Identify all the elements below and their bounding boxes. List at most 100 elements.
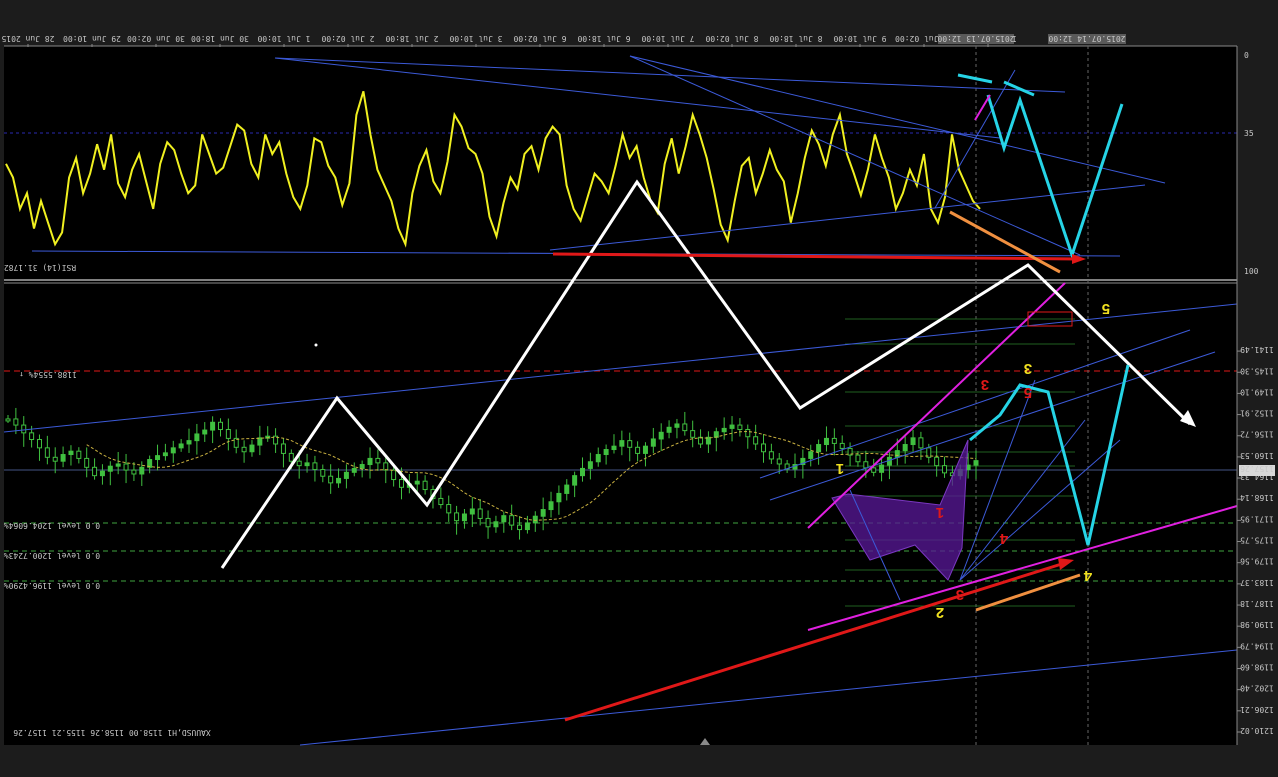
candle-body	[524, 522, 530, 531]
candle-body	[398, 479, 404, 488]
price-label: 1145.30	[1240, 366, 1274, 375]
candle-body	[587, 461, 593, 469]
candle-body	[902, 444, 908, 452]
candle-body	[855, 454, 861, 463]
candle-body	[76, 450, 82, 459]
wave-label-4-yellow: 4	[1083, 567, 1092, 584]
candle-body	[107, 465, 113, 472]
candle-body	[288, 452, 294, 462]
time-label: 6 Jul 02:00	[513, 34, 566, 43]
candle-body	[485, 517, 491, 528]
candle-body	[414, 480, 420, 485]
rsi-tick-100: 100	[1244, 267, 1259, 276]
time-label: 3 Jul 10:00	[449, 34, 502, 43]
price-label: 1156.72	[1240, 430, 1274, 439]
candle-body	[650, 438, 656, 447]
candle-body	[170, 447, 176, 454]
chart-canvas[interactable]: 28 Jun 2015 29 Jun 10:00 30 Jun 02:00 30 Ju…	[0, 0, 1278, 777]
candle-body	[934, 456, 940, 467]
candle-body	[839, 442, 845, 449]
candle-body	[249, 444, 255, 453]
candle-body	[973, 460, 979, 466]
time-label: 8 Jul 02:00	[705, 34, 758, 43]
time-label: 7 Jul 10:00	[641, 34, 694, 43]
price-label: 1175.75	[1240, 536, 1274, 545]
rsi-title: RSI(14) 31.1782	[4, 263, 76, 272]
wave-label-1-red: 1	[936, 504, 944, 521]
candle-body	[918, 437, 924, 449]
candle-body	[84, 457, 90, 468]
chart-window: 28 Jun 2015 29 Jun 10:00 30 Jun 02:00 30 Ju…	[0, 0, 1278, 777]
price-label: 1187.18	[1240, 599, 1274, 608]
level-label-4: 0.0 level 1196.4290%	[4, 581, 101, 590]
wave-label-3-red-top: 3	[981, 376, 989, 393]
candle-body	[210, 421, 216, 431]
candle-body	[123, 463, 129, 471]
time-highlight-1-label: 2015.07.13 12:00	[937, 34, 1014, 43]
candle-body	[603, 449, 609, 456]
time-label: 9 Jul 10:00	[833, 34, 886, 43]
rsi-tick-35: 35	[1244, 129, 1254, 138]
level-label-1: 1188.5554% ↑	[19, 370, 77, 379]
candle-body	[564, 484, 570, 494]
candle-body	[501, 515, 507, 523]
candle-body	[29, 432, 35, 441]
candle-body	[871, 467, 877, 473]
candle-body	[713, 431, 719, 438]
current-price-label: 1157.26	[1240, 464, 1274, 473]
candle-body	[375, 457, 381, 464]
candle-body	[737, 424, 743, 431]
time-label: 30 Jun 18:00	[191, 34, 249, 43]
price-label: 1194.79	[1240, 641, 1274, 650]
wave-label-4-red: 4	[999, 530, 1008, 547]
price-chart-title: XAUUSD,H1 1158.00 1158.26 1155.21 1157.2…	[13, 728, 211, 737]
candle-body	[627, 440, 633, 448]
candle-body	[469, 508, 475, 515]
candle-body	[776, 458, 782, 465]
candle-body	[910, 437, 916, 446]
candle-body	[186, 440, 192, 445]
wave-label-2-yellow: 2	[936, 604, 944, 621]
candle-body	[367, 457, 373, 466]
candle-body	[761, 443, 767, 453]
candle-body	[162, 452, 168, 457]
candle-body	[5, 418, 11, 422]
price-label: 1160.53	[1240, 451, 1274, 460]
candle-body	[690, 430, 696, 438]
candle-body	[336, 477, 342, 484]
candle-body	[642, 445, 648, 454]
price-label: 1179.56	[1240, 557, 1274, 566]
candle-body	[21, 424, 27, 434]
candle-body	[178, 443, 184, 449]
wave-label-1-yellow: 1	[836, 460, 844, 477]
candle-body	[438, 497, 444, 506]
time-label: 29 Jun 10:00	[63, 34, 121, 43]
candle-body	[540, 509, 546, 517]
candle-body	[92, 466, 98, 477]
price-label: 1141.49	[1240, 345, 1274, 354]
candle-body	[320, 469, 326, 477]
candle-body	[383, 462, 389, 471]
candle-body	[619, 440, 625, 447]
time-label: 2 Jul 02:00	[321, 34, 374, 43]
time-label: 6 Jul 18:00	[577, 34, 630, 43]
candle-body	[304, 462, 310, 467]
candle-body	[99, 470, 105, 477]
candle-body	[60, 454, 66, 462]
candle-body	[68, 450, 74, 456]
candle-body	[729, 424, 735, 429]
candle-body	[115, 463, 121, 467]
level-label-3: 0.0 level 1200.7243%	[4, 551, 101, 560]
candle-body	[217, 421, 223, 431]
candle-body	[52, 456, 58, 462]
wave-label-5-yellow: 5	[1102, 300, 1110, 317]
price-label: 1149.10	[1240, 387, 1274, 396]
candle-body	[942, 465, 948, 474]
candle-body	[225, 429, 231, 439]
candle-body	[446, 504, 452, 514]
candle-body	[816, 444, 822, 453]
candle-body	[572, 475, 578, 486]
candle-body	[493, 521, 499, 528]
time-label: 2 Jul 18:00	[385, 34, 438, 43]
candle-body	[139, 466, 145, 475]
